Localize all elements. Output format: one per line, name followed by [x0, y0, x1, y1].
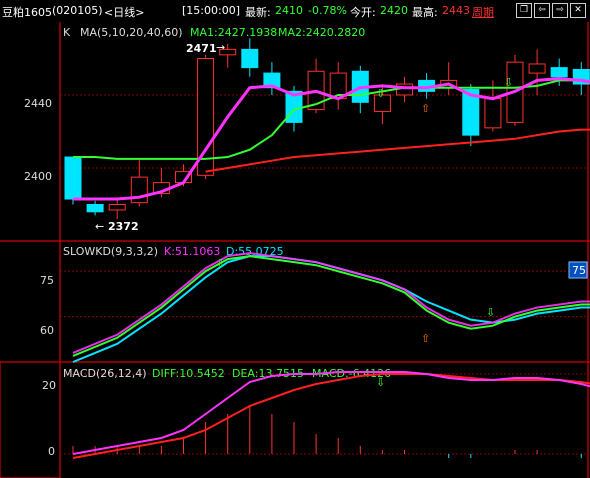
y-tick-main-0: 2440	[24, 97, 52, 110]
y-tick-macd-1: 0	[48, 445, 55, 458]
chart-panel[interactable]: K MA(5,10,20,40,60) MA1:2427.1938 MA2:24…	[0, 0, 590, 478]
macd-sell-signal-icon: ⇩	[376, 376, 385, 389]
ma2-value: MA2:2420.2820	[278, 26, 365, 39]
ma-params-label: MA(5,10,20,40,60)	[80, 26, 183, 39]
sell-signal-icon: ⇩	[504, 76, 513, 89]
kd-level-badge-text: 75	[572, 264, 586, 277]
candle	[550, 67, 568, 78]
y-tick-macd-0: 20	[42, 379, 56, 392]
high-annotation: 2471	[186, 42, 217, 55]
low-arrow-icon: ←	[95, 220, 104, 233]
y-tick-kd-0: 75	[40, 274, 54, 287]
candle	[108, 204, 126, 211]
ma1-value: MA1:2427.1938	[190, 26, 277, 39]
candle	[528, 63, 546, 74]
y-tick-kd-1: 60	[40, 324, 54, 337]
kd-sell-signal-icon: ⇩	[486, 306, 495, 319]
kd-k-value: K:51.1063	[164, 245, 220, 258]
candle	[241, 48, 259, 69]
buy-signal-icon: ⇧	[421, 102, 430, 115]
macd-title: MACD(26,12,4)	[63, 367, 147, 380]
candle	[484, 98, 502, 129]
main-title: K	[63, 26, 71, 39]
candle	[219, 48, 237, 56]
kd-title: SLOWKD(9,3,3,2)	[63, 245, 158, 258]
y-tick-main-1: 2400	[24, 170, 52, 183]
candle	[64, 156, 82, 200]
kd-buy-signal-icon: ⇧	[421, 332, 430, 345]
sell-signal-icon: ⇩	[376, 87, 385, 100]
candle	[86, 204, 104, 213]
low-annotation: 2372	[108, 220, 139, 233]
kd-sell-signal-icon: ⇩	[216, 257, 225, 270]
macd-diff-value: DIFF:10.5452	[152, 367, 225, 380]
